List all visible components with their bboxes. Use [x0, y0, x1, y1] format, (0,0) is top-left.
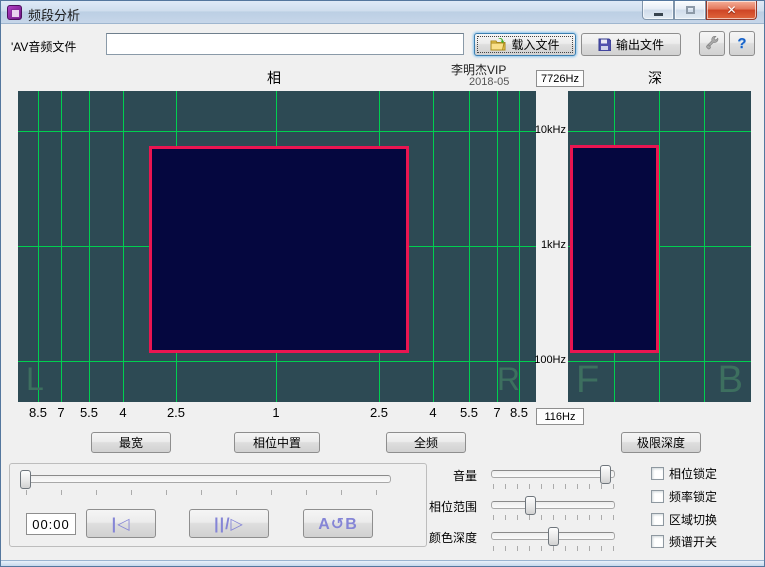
maximize-icon [686, 6, 695, 14]
phase-range-slider-ticks [493, 515, 617, 520]
x-axis-label: 2.5 [159, 405, 193, 420]
play-pause-button[interactable]: ||/▷ [189, 509, 269, 538]
phase-center-button[interactable]: 相位中置 [234, 432, 320, 453]
time-display: 00:00 [26, 513, 76, 535]
corner-label-right: R [497, 361, 520, 398]
ab-repeat-button[interactable]: A↺B [303, 509, 373, 538]
region-switch-label: 区域切换 [669, 511, 717, 528]
phase-range-slider-thumb[interactable] [525, 496, 536, 515]
output-file-label: 输出文件 [616, 36, 664, 53]
freq-axis-1khz: 1kHz [521, 239, 566, 251]
window-title: 频段分析 [28, 5, 80, 24]
audio-file-label: 'AV音频文件 [11, 38, 76, 55]
freq-axis-10khz: 10kHz [521, 124, 566, 136]
grid-line [18, 361, 536, 362]
skip-to-start-button[interactable]: |◁ [86, 509, 156, 538]
spectrum-switch-label: 频谱开关 [669, 533, 717, 550]
corner-label-back: B [718, 359, 743, 402]
freq-axis-100hz: 100Hz [521, 354, 566, 366]
audio-file-input[interactable] [106, 33, 464, 55]
spectrum-switch-checkbox[interactable] [651, 535, 664, 548]
output-file-button[interactable]: 输出文件 [581, 33, 681, 56]
phase-range-slider[interactable] [491, 501, 615, 509]
watermark-date: 2018-05 [469, 76, 509, 88]
frequency-lock-checkbox-row[interactable]: 频率锁定 [651, 488, 717, 505]
open-folder-icon [490, 38, 506, 51]
volume-slider-thumb[interactable] [600, 465, 611, 484]
color-depth-slider-thumb[interactable] [548, 527, 559, 546]
settings-wrench-button[interactable] [699, 31, 725, 56]
maximize-button[interactable] [674, 1, 706, 20]
volume-label: 音量 [423, 467, 477, 484]
load-file-button[interactable]: 载入文件 [474, 33, 576, 56]
corner-label-left: L [26, 361, 44, 398]
seek-slider-ticks [26, 490, 393, 495]
app-icon [7, 5, 22, 20]
window-frame-bottom [1, 560, 764, 566]
color-depth-slider-ticks [493, 546, 617, 551]
full-frequency-button[interactable]: 全频 [386, 432, 466, 453]
x-axis-label: 4 [106, 405, 140, 420]
frequency-lock-label: 频率锁定 [669, 488, 717, 505]
region-switch-checkbox[interactable] [651, 513, 664, 526]
depth-selection-region[interactable] [570, 145, 659, 353]
phase-chart[interactable]: L R [18, 91, 536, 402]
minimize-button[interactable] [642, 1, 674, 20]
x-axis-label: 8.5 [502, 405, 536, 420]
help-button[interactable]: ? [729, 31, 755, 56]
grid-line [568, 131, 751, 132]
corner-label-front: F [576, 359, 599, 402]
frequency-lock-checkbox[interactable] [651, 490, 664, 503]
x-axis-label: 5.5 [72, 405, 106, 420]
minimize-icon [654, 13, 663, 16]
volume-slider[interactable] [491, 470, 615, 478]
wrench-icon [705, 36, 720, 51]
seek-slider-thumb[interactable] [20, 470, 31, 489]
seek-slider[interactable] [24, 475, 391, 483]
save-disk-icon [598, 38, 611, 51]
region-switch-checkbox-row[interactable]: 区域切换 [651, 511, 717, 528]
volume-slider-ticks [493, 484, 617, 489]
color-depth-label: 颜色深度 [423, 529, 477, 546]
top-frequency-readout: 7726Hz [536, 70, 584, 87]
phase-selection-region[interactable] [149, 146, 409, 353]
window-controls: ✕ [642, 1, 757, 20]
app-window: 频段分析 ✕ 'AV音频文件 载入文件 输出文件 ? 相 深 李明杰VIP 20… [0, 0, 765, 567]
x-axis-label: 1 [259, 405, 293, 420]
limit-depth-button[interactable]: 极限深度 [621, 432, 701, 453]
title-bar[interactable]: 频段分析 ✕ [1, 1, 764, 24]
phase-chart-title: 相 [267, 68, 281, 88]
x-axis-label: 2.5 [362, 405, 396, 420]
x-axis-label: 4 [416, 405, 450, 420]
grid-line [18, 131, 536, 132]
close-button[interactable]: ✕ [706, 1, 757, 20]
widest-button[interactable]: 最宽 [91, 432, 171, 453]
phase-lock-label: 相位锁定 [669, 465, 717, 482]
depth-chart[interactable]: F B [568, 91, 751, 402]
load-file-label: 载入文件 [511, 36, 559, 53]
phase-lock-checkbox[interactable] [651, 467, 664, 480]
depth-chart-title: 深 [648, 68, 662, 88]
spectrum-switch-checkbox-row[interactable]: 频谱开关 [651, 533, 717, 550]
color-depth-slider[interactable] [491, 532, 615, 540]
phase-lock-checkbox-row[interactable]: 相位锁定 [651, 465, 717, 482]
bottom-frequency-readout: 116Hz [536, 408, 584, 425]
phase-range-label: 相位范围 [423, 498, 477, 515]
